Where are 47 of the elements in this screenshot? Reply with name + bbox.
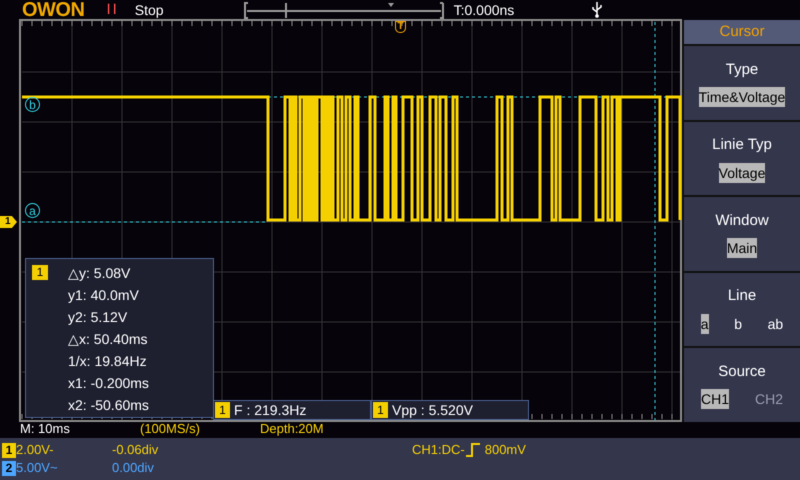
menu-item-label: Line [728,286,756,306]
channel-badge: 1 [2,442,16,458]
menu-option[interactable]: a [700,314,709,334]
menu-item-label: Source [718,362,766,382]
menu-option[interactable]: CH2 [754,389,783,410]
cursor-label: b [25,97,40,112]
channel-badge: 1 [32,265,48,280]
run-state-icon: II [106,1,119,19]
channel-scale: 2.00V- [16,441,55,460]
channel-badge: 1 [373,402,388,418]
trigger-position-marker[interactable]: T [395,21,406,33]
measurement-value: Vpp : 5.520V [392,400,473,420]
menu-option[interactable]: CH1 [700,389,729,410]
readout-value: x1: -0.200ms [68,374,149,393]
readout-value: 1/x: 19.84Hz [68,352,148,371]
cursor-label: a [25,203,40,218]
menu-item-label: Type [726,60,758,80]
measurement-value: F : 219.3Hz [234,400,306,420]
rising-edge-icon [464,443,481,457]
menu-item-label: Window [715,210,769,231]
readout-value: y2: 5.12V [68,308,128,327]
channel-level-marker[interactable]: 1 [0,216,17,228]
channel-offset: -0.06div [112,441,160,460]
channel-scale: 5.00V~ [16,459,59,478]
channel-offset: 0.00div [112,459,155,478]
trigger-time-offset: T:0.000ns [454,0,514,20]
sample-rate: (100MS/s) [140,420,201,438]
channel-badge: 1 [215,402,230,418]
memory-depth: Depth:20M [260,420,324,438]
menu-title: Cursor [684,20,800,44]
channel-badge: 2 [2,460,16,476]
run-status: Stop [134,0,164,20]
readout-value: △x: 50.40ms [68,330,148,349]
cursor-line[interactable] [654,22,656,420]
menu-option[interactable]: b [734,314,742,334]
trigger-level: 800mV [484,441,526,460]
readout-value: △y: 5.08V [68,264,132,283]
timebase-scale: M: 10ms [20,420,71,438]
readout-value: x2: -50.60ms [68,396,149,415]
readout-value: y1: 40.0mV [68,286,140,305]
menu-option[interactable]: Main [726,238,758,258]
menu-option[interactable]: ab [768,314,784,334]
brand-logo: OWON [22,0,84,20]
menu-option[interactable]: Time&Voltage [698,87,786,108]
trigger-source: CH1:DC- [412,441,465,460]
menu-item-label: Linie Typ [712,135,772,156]
usb-icon [592,2,602,18]
